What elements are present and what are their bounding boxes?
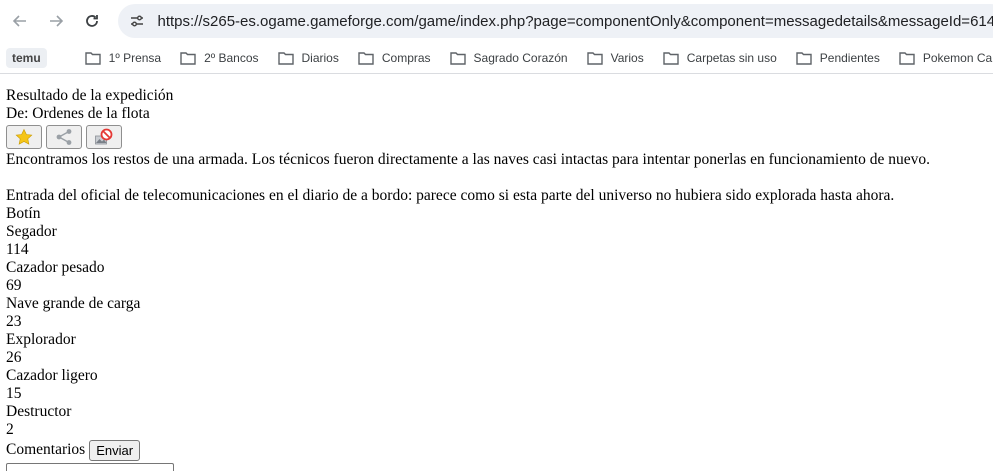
ship-amount: 23	[6, 313, 22, 330]
bookmark-folder[interactable]: Pokemon Ca	[899, 51, 992, 65]
url-text: https://s265-es.ogame.gameforge.com/game…	[157, 12, 993, 30]
folder-icon	[796, 51, 812, 65]
folder-icon	[586, 51, 603, 65]
share-icon	[56, 129, 72, 145]
bookmark-folder[interactable]: 2º Bancos	[180, 51, 259, 65]
comment-textarea[interactable]	[6, 463, 174, 471]
ship-amount: 15	[6, 385, 22, 402]
site-info-icon[interactable]	[126, 10, 147, 32]
ship-name: Cazador pesado	[6, 259, 105, 276]
share-button[interactable]	[46, 125, 82, 149]
bookmark-temu[interactable]: temu	[6, 47, 47, 68]
comments-row: Comentarios Enviar	[6, 439, 986, 461]
bookmark-folder[interactable]: Sagrado Corazón	[449, 51, 568, 65]
folder-icon	[358, 51, 374, 65]
bookmark-folder[interactable]: Carpetas sin uso	[663, 51, 777, 65]
message-actions	[6, 125, 986, 149]
back-button[interactable]	[8, 9, 32, 33]
message-sender: De: Ordenes de la flota	[6, 105, 150, 122]
reload-icon	[86, 15, 98, 27]
bookmark-folder[interactable]: Pendientes	[796, 51, 880, 65]
ship-name: Cazador ligero	[6, 367, 98, 384]
ship-name: Segador	[6, 223, 57, 240]
send-button[interactable]: Enviar	[89, 439, 141, 461]
loot-list: Segador 114 Cazador pesado 69 Nave grand…	[6, 223, 986, 439]
folder-icon	[180, 51, 196, 65]
forward-button[interactable]	[44, 9, 68, 33]
folder-icon	[277, 51, 294, 65]
ship-name: Destructor	[6, 403, 72, 420]
folder-icon	[899, 51, 915, 65]
bookmark-folder[interactable]: Varios	[586, 51, 644, 65]
log-entry: Entrada del oficial de telecomunicacione…	[6, 187, 895, 204]
address-bar[interactable]: https://s265-es.ogame.gameforge.com/game…	[118, 4, 993, 38]
delete-button[interactable]	[86, 125, 122, 149]
message-body: Encontramos los restos de una armada. Lo…	[6, 151, 931, 168]
message-details: Resultado de la expedición De: Ordenes d…	[6, 87, 986, 471]
ship-amount: 114	[6, 241, 29, 258]
folder-icon	[449, 51, 466, 65]
star-icon	[15, 128, 33, 145]
browser-toolbar: https://s265-es.ogame.gameforge.com/game…	[0, 0, 993, 42]
bookmark-folder[interactable]: 1º Prensa	[84, 51, 161, 65]
loot-heading: Botín	[6, 205, 41, 222]
arrow-right-icon	[50, 15, 64, 27]
bookmark-folder[interactable]: Compras	[358, 51, 431, 65]
ship-amount: 26	[6, 349, 22, 366]
bookmark-folder[interactable]: Diarios	[277, 51, 339, 65]
comments-label: Comentarios	[6, 441, 86, 458]
folder-icon	[663, 51, 679, 65]
arrow-left-icon	[12, 15, 26, 27]
ship-amount: 69	[6, 277, 22, 294]
ship-amount: 2	[6, 421, 14, 438]
folder-icon	[84, 51, 101, 65]
bookmarks-bar: temu 1º Prensa 2º Bancos Diarios Compras…	[0, 42, 993, 74]
favorite-button[interactable]	[6, 125, 42, 149]
message-title: Resultado de la expedición	[6, 87, 174, 104]
reload-button[interactable]	[80, 9, 104, 33]
image-blocked-icon	[95, 128, 113, 145]
ship-name: Nave grande de carga	[6, 295, 141, 312]
ship-name: Explorador	[6, 331, 76, 348]
